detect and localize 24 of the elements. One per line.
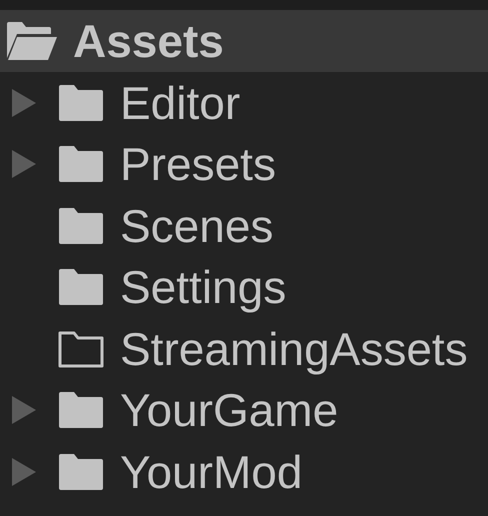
tree-item[interactable]: StreamingAssets — [0, 318, 488, 380]
tree-item-label: Presets — [120, 141, 276, 188]
tree-item[interactable]: Assets — [0, 10, 488, 72]
tree-item-label: YourMod — [120, 448, 302, 495]
open-folder-icon — [5, 20, 59, 62]
folder-icon — [57, 82, 105, 123]
folder-icon — [57, 452, 105, 492]
tree-item-label: Scenes — [120, 202, 274, 249]
tree-item-label: StreamingAssets — [120, 326, 468, 372]
empty-folder-icon — [57, 328, 105, 369]
tree-item-label: Assets — [73, 18, 224, 64]
tree-item-label: YourGame — [120, 387, 338, 434]
tree-item[interactable]: Presets — [0, 134, 488, 195]
tree-item-label: Editor — [120, 80, 240, 126]
folder-icon — [57, 267, 105, 308]
folder-icon — [57, 206, 105, 246]
tree-item[interactable]: Settings — [0, 256, 488, 318]
folder-icon — [57, 144, 105, 184]
tree-item[interactable]: Editor — [0, 72, 488, 134]
tree-item[interactable]: YourMod — [0, 441, 488, 502]
tree-item[interactable]: YourGame — [0, 380, 488, 441]
folder-icon — [57, 390, 105, 430]
tree-item-label: Settings — [120, 264, 286, 310]
tree-item[interactable]: Scenes — [0, 195, 488, 256]
